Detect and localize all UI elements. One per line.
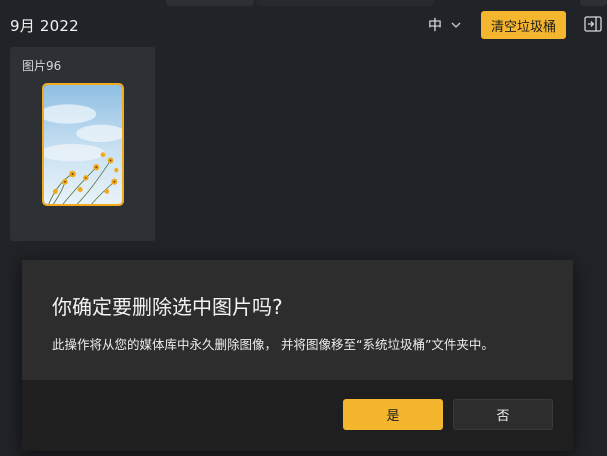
photo-thumbnail[interactable] [42,83,124,206]
empty-trash-button[interactable]: 清空垃圾桶 [481,11,566,39]
dialog-message: 此操作将从您的媒体库中永久删除图像， 并将图像移至“系统垃圾桶”文件夹中。 [52,337,494,352]
thumbnail-size-select[interactable]: 中 [428,14,462,36]
dialog-title: 你确定要删除选中图片吗? [52,295,283,319]
dialog-footer: 是 否 [22,380,573,451]
flower-sky-image [44,85,122,204]
size-select-value: 中 [428,18,442,34]
top-tab[interactable] [580,0,607,6]
confirm-no-button[interactable]: 否 [453,399,553,430]
trash-view: 9月 2022 中 清空垃圾桶 图片96 你确定要删除选中图片吗? 此操作将从您… [0,0,607,456]
date-heading: 9月 2022 [10,17,79,35]
chevron-down-icon [451,22,461,28]
confirm-yes-button[interactable]: 是 [343,399,443,430]
photo-card[interactable]: 图片96 [10,47,155,241]
top-tab[interactable] [166,0,254,6]
photo-title: 图片96 [22,59,62,73]
dialog-body: 你确定要删除选中图片吗? 此操作将从您的媒体库中永久删除图像， 并将图像移至“系… [22,260,573,380]
panel-collapse-icon[interactable] [584,15,602,33]
delete-confirm-dialog: 你确定要删除选中图片吗? 此操作将从您的媒体库中永久删除图像， 并将图像移至“系… [22,260,573,451]
top-tab[interactable] [256,0,434,6]
